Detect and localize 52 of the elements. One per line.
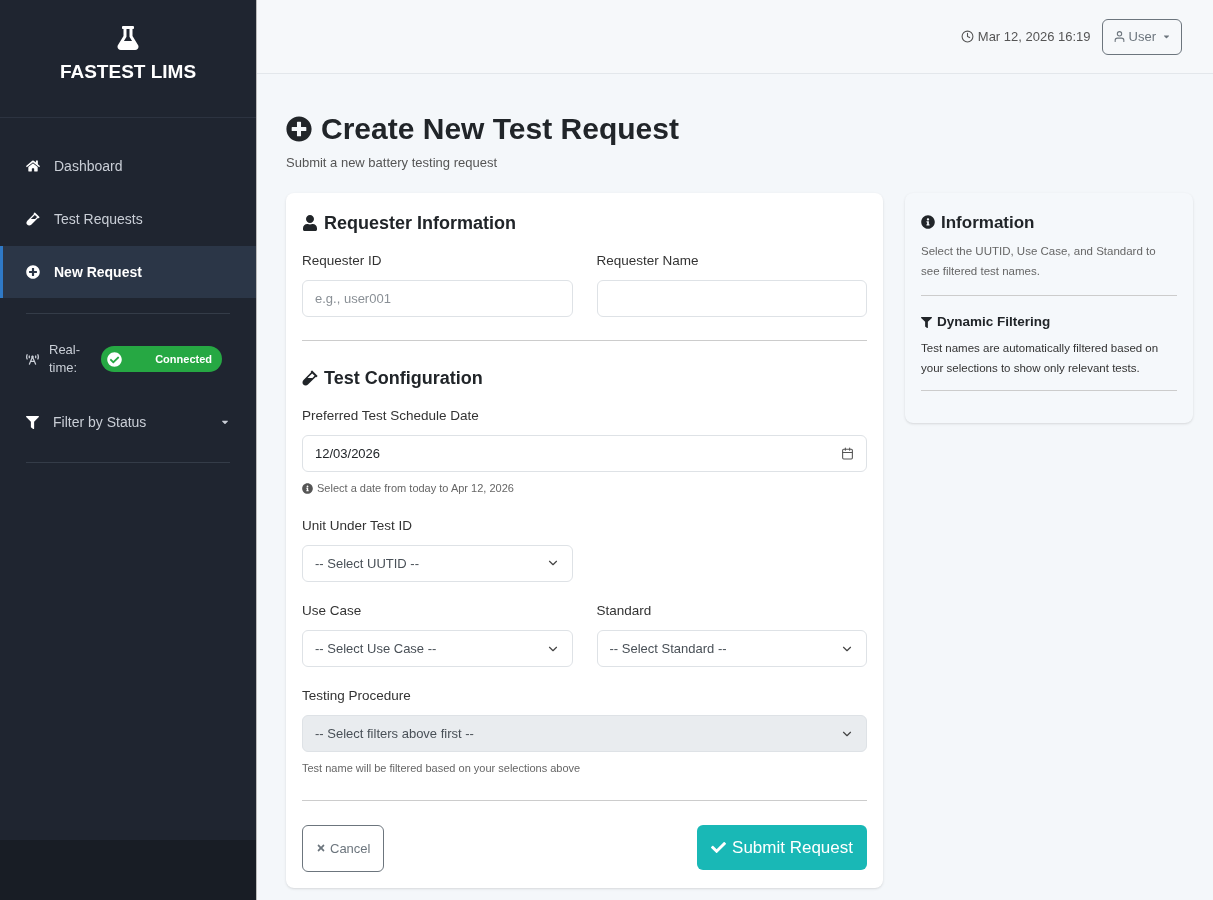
filter-dropdown[interactable]: Filter by Status (0, 404, 256, 440)
plus-icon (286, 115, 312, 142)
nav-item[interactable]: Dashboard (0, 140, 256, 192)
calendar-icon (841, 447, 854, 460)
info-subtitle: Dynamic Filtering (937, 313, 1051, 331)
date-field[interactable]: 12/03/2026 (302, 435, 867, 472)
section-title: Test Configuration (324, 366, 483, 390)
nav-item[interactable]: Test Requests (0, 193, 256, 245)
check-icon (711, 839, 727, 855)
field-label: Standard (596, 601, 653, 620)
user-menu-button[interactable]: User (1101, 18, 1182, 55)
field-label: Use Case (302, 601, 363, 620)
section-title: Requester Information (324, 211, 517, 235)
user-icon (1112, 30, 1126, 43)
select-field[interactable]: -- Select UUTID -- (302, 544, 573, 582)
clock-icon (960, 30, 974, 43)
select-field[interactable]: -- Select Standard -- (596, 630, 867, 667)
cancel-button[interactable]: Cancel (302, 824, 385, 872)
help-text: Test name will be filtered based on your selections above (302, 761, 581, 777)
text-field[interactable]: e.g., user001 (302, 279, 573, 317)
field-label: Requester Name (596, 251, 700, 270)
info-title: Information (941, 211, 1035, 234)
status-badge: Connected (101, 346, 222, 372)
date-time: Mar 12, 2026 16:19 (977, 27, 1091, 46)
realtime-label: Real-time: (49, 341, 82, 377)
antenna-icon (26, 352, 39, 366)
field-label: Preferred Test Schedule Date (302, 406, 480, 425)
info-icon (921, 215, 935, 230)
page-title: Create New Test Request (321, 111, 679, 147)
test-tube-icon (26, 212, 40, 226)
field-label: Requester ID (302, 251, 383, 270)
field-label: Testing Procedure (302, 687, 412, 705)
help-text: Select a date from today to Apr 12, 2026 (317, 481, 514, 496)
check-icon (107, 351, 122, 367)
close-icon (316, 843, 326, 854)
brand-name: FASTEST LIMS (59, 60, 197, 84)
filter-icon (26, 415, 39, 429)
nav-item[interactable]: New Request (0, 246, 256, 298)
info-icon (302, 482, 313, 494)
field-label: Unit Under Test ID (302, 516, 414, 535)
info-subtext: Test names are automatically filtered based on your selections to show only relevant tests. (921, 341, 1160, 377)
user-icon (302, 215, 318, 231)
info-text: Select the UUTID, Use Case, and Standard to see filtered test names. (921, 244, 1157, 279)
page-subtitle: Submit a new battery testing request (286, 154, 498, 172)
home-icon (26, 159, 40, 173)
plus-icon (26, 265, 40, 279)
filter-icon (921, 316, 932, 328)
text-field[interactable] (596, 279, 867, 317)
select-field[interactable]: -- Select Use Case -- (302, 630, 573, 667)
test-tube-icon (302, 370, 318, 387)
flask-icon (117, 26, 139, 50)
caret-icon (1162, 32, 1171, 41)
